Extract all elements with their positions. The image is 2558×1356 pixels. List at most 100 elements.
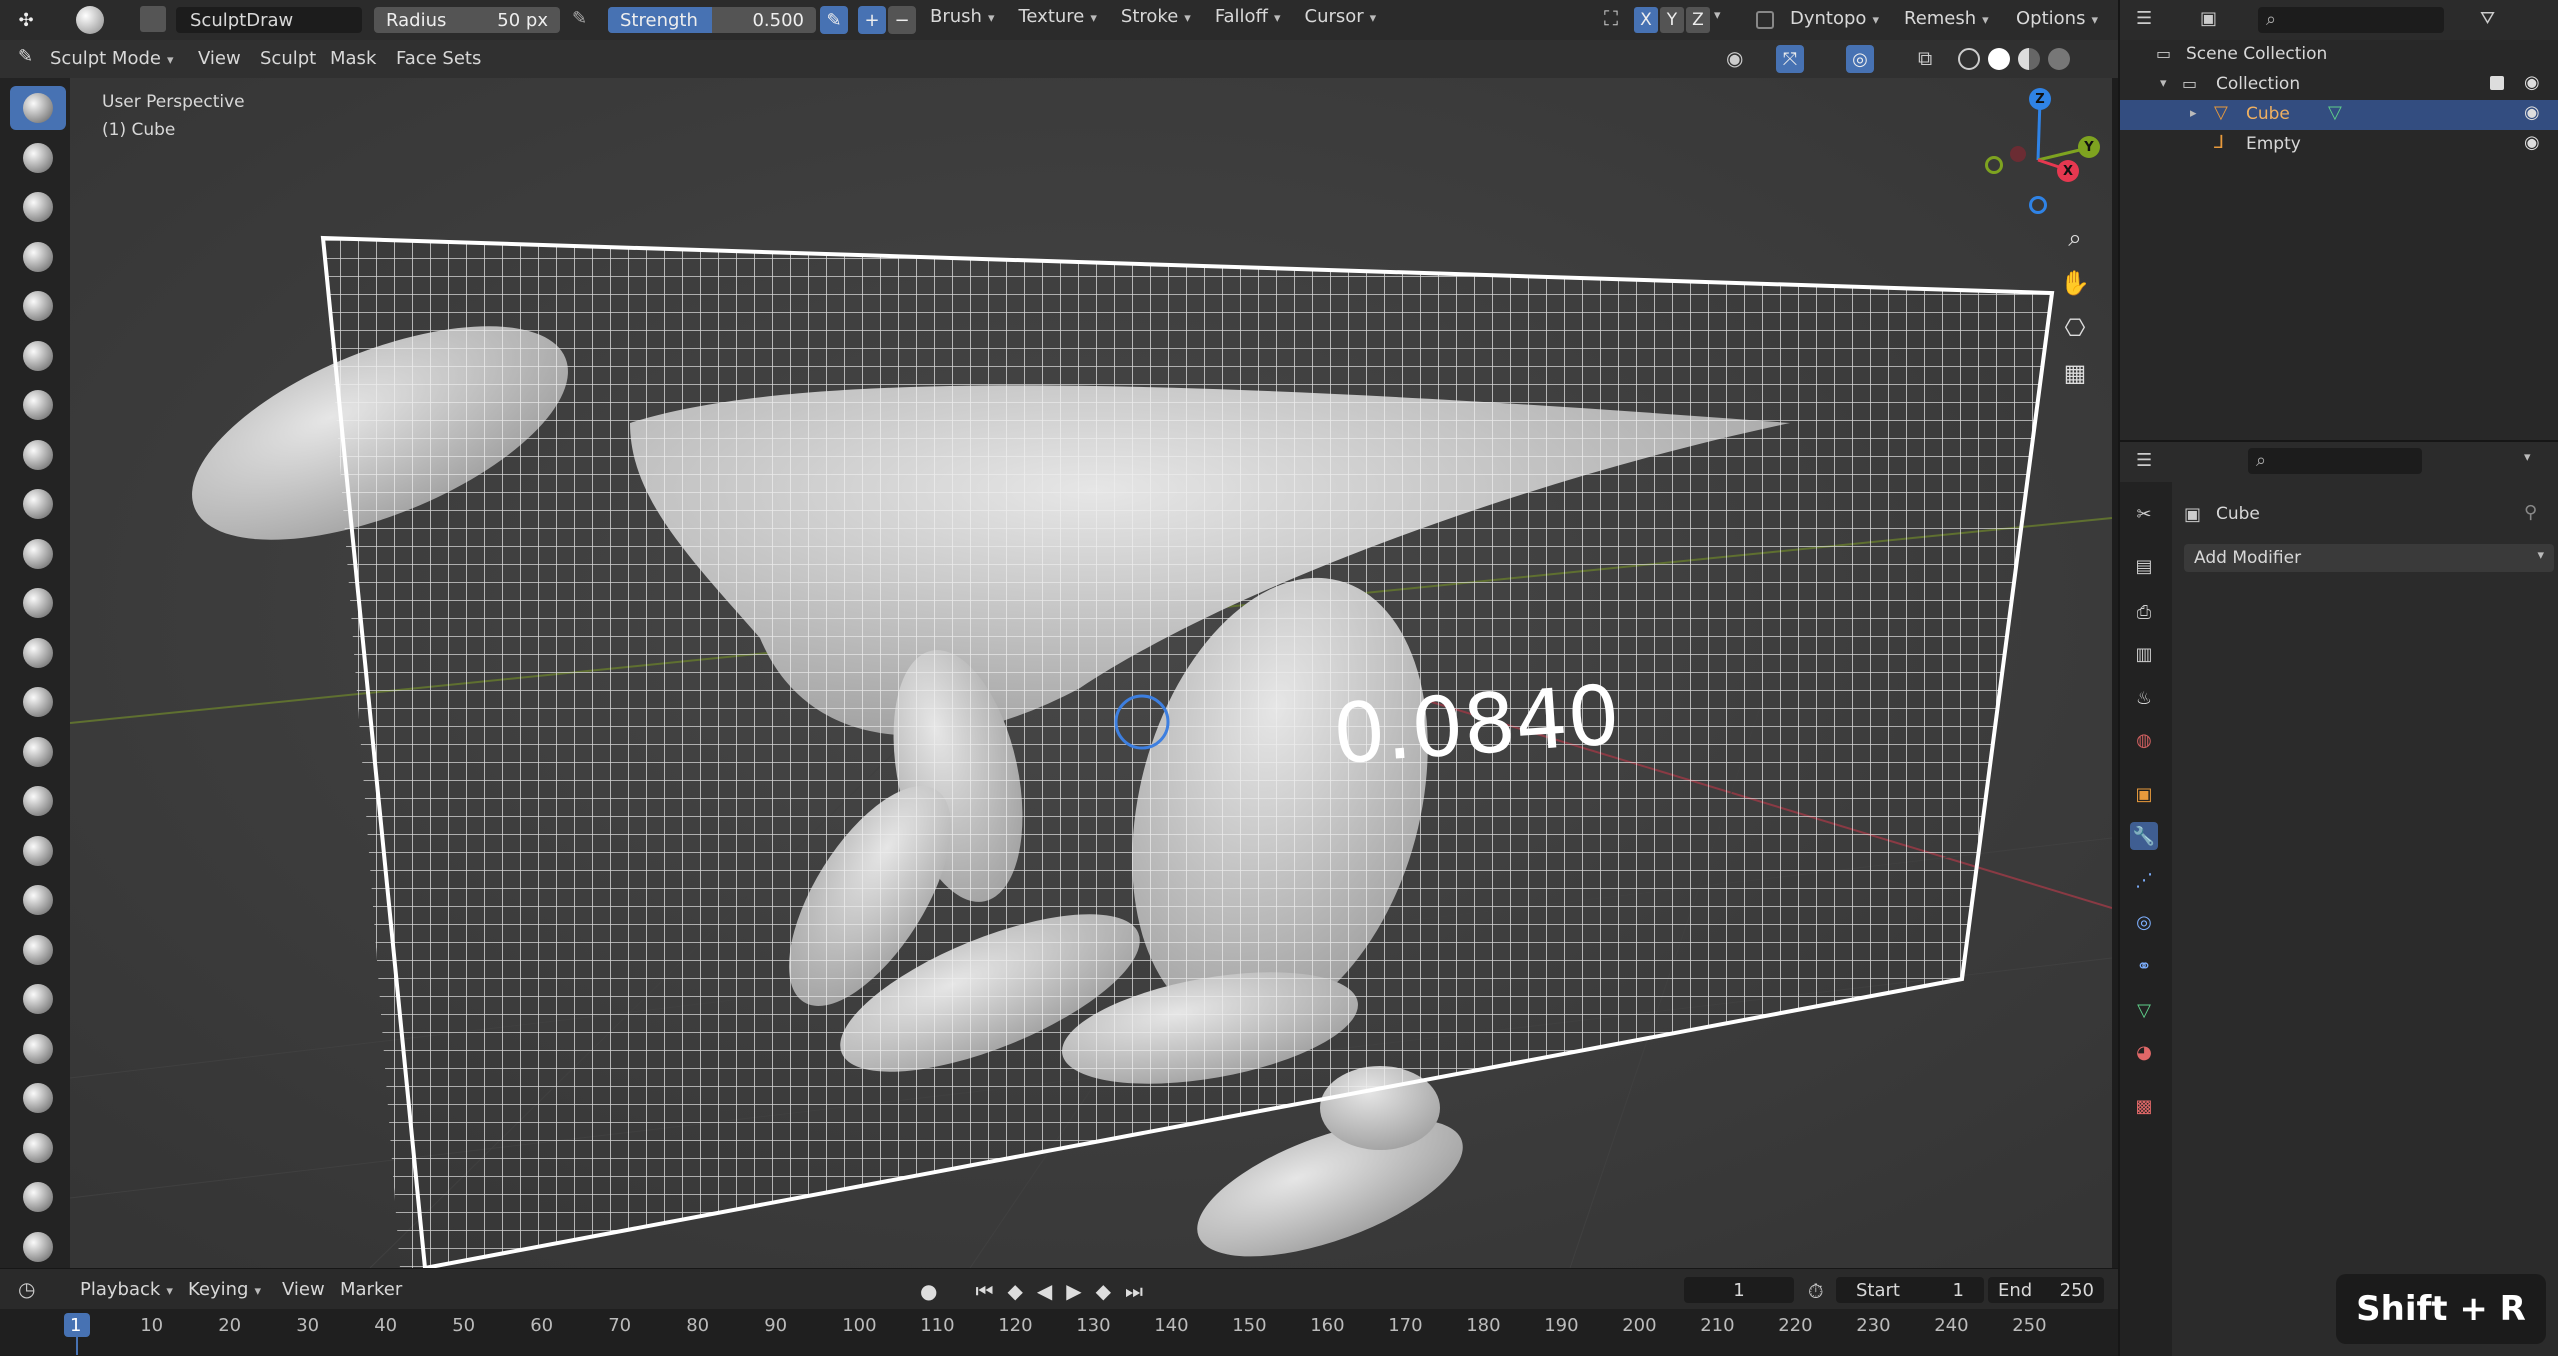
tool-clay-strips[interactable] (10, 235, 66, 279)
keying-menu[interactable]: Keying (188, 1279, 261, 1300)
view-menu[interactable]: View (198, 48, 241, 69)
eye-icon[interactable]: ◉ (2524, 132, 2540, 153)
gizmo-x-axis[interactable]: X (2057, 160, 2079, 182)
collection-checkbox[interactable] (2490, 76, 2504, 90)
tool-rotate[interactable] (10, 1126, 66, 1170)
chevron-down-icon[interactable]: ▾ (2524, 450, 2531, 465)
strength-slider[interactable]: Strength 0.500 (608, 7, 816, 33)
eye-icon[interactable]: ◉ (2524, 72, 2540, 93)
view-menu[interactable]: View (282, 1279, 325, 1300)
mirror-x-toggle[interactable]: X (1634, 7, 1658, 33)
tool-fill[interactable] (10, 631, 66, 675)
mask-menu[interactable]: Mask (330, 48, 376, 69)
editor-type-icon[interactable]: ☰ (2136, 450, 2152, 471)
add-modifier-button[interactable]: Add Modifier (2184, 544, 2554, 572)
material-shading-icon[interactable] (2018, 48, 2040, 70)
tool-boundary[interactable] (10, 1225, 66, 1269)
pin-icon[interactable]: ⚲ (2524, 502, 2537, 523)
tool-clay-thumb[interactable] (10, 284, 66, 328)
gizmo-z-axis[interactable]: Z (2029, 88, 2051, 110)
clock-icon[interactable]: ◷ (18, 1277, 35, 1301)
gizmo-neg-y[interactable] (1985, 156, 2003, 174)
falloff-menu[interactable]: Falloff (1215, 6, 1281, 27)
outliner-search[interactable]: ⌕ (2258, 7, 2444, 33)
chevron-down-icon[interactable]: ▾ (1714, 8, 1721, 23)
texture-menu[interactable]: Texture (1018, 6, 1096, 27)
jump-end-icon[interactable]: ⏭ (1125, 1279, 1143, 1303)
visibility-icon[interactable]: ◉ (1726, 46, 1743, 70)
data-tab-icon[interactable]: ▽ (2130, 996, 2158, 1024)
brush-name-field[interactable]: SculptDraw (176, 7, 362, 33)
start-frame-field[interactable]: Start 1 (1836, 1277, 1984, 1303)
tool-multiplane-scrape[interactable] (10, 730, 66, 774)
zoom-icon[interactable]: ⌕ (2055, 218, 2095, 258)
3d-viewport[interactable]: User Perspective (1) Cube 0.0840 Z Y X ⌕… (70, 78, 2112, 1268)
tool-pinch[interactable] (10, 779, 66, 823)
world-tab-icon[interactable]: ◍ (2130, 726, 2158, 754)
physics-tab-icon[interactable]: ◎ (2130, 908, 2158, 936)
brush-icon[interactable] (76, 6, 104, 34)
gizmo-toggle[interactable]: ⤧ (1776, 45, 1804, 73)
tool-draw-sharp[interactable] (10, 136, 66, 180)
eye-icon[interactable]: ◉ (2524, 102, 2540, 123)
tool-elastic-deform[interactable] (10, 878, 66, 922)
next-keyframe-icon[interactable]: ◆ (1096, 1279, 1111, 1303)
constraints-tab-icon[interactable]: ⚭ (2130, 952, 2158, 980)
tool-slide-relax[interactable] (10, 1175, 66, 1219)
tool-thumb[interactable] (10, 977, 66, 1021)
outliner-row-cube[interactable]: ▸ ▽ Cube ▽ ◉ (2120, 100, 2558, 130)
record-icon[interactable]: ● (920, 1279, 937, 1303)
collapse-icon[interactable]: ▾ (2160, 76, 2167, 91)
mirror-y-toggle[interactable]: Y (1660, 7, 1684, 33)
gizmo-y-axis[interactable]: Y (2078, 136, 2100, 158)
tool-layer[interactable] (10, 334, 66, 378)
wireframe-shading-icon[interactable] (1958, 48, 1980, 70)
tool-draw[interactable] (10, 86, 66, 130)
stopwatch-icon[interactable]: ⏱ (1808, 1279, 1824, 1303)
filter-icon[interactable]: ⛛ (2480, 8, 2495, 29)
solid-shading-icon[interactable] (1988, 48, 2010, 70)
tool-scrape[interactable] (10, 680, 66, 724)
view-layer-tab-icon[interactable]: ▥ (2130, 640, 2158, 668)
tool-grab[interactable] (10, 829, 66, 873)
play-reverse-icon[interactable]: ◀ (1037, 1279, 1052, 1303)
editor-type-icon[interactable]: ☰ (2136, 8, 2152, 29)
tool-clay[interactable] (10, 185, 66, 229)
display-mode-icon[interactable]: ▣ (2200, 8, 2217, 29)
camera-icon[interactable]: ⎔ (2055, 308, 2095, 348)
tool-inflate[interactable] (10, 383, 66, 427)
material-tab-icon[interactable]: ◕ (2130, 1038, 2158, 1066)
properties-search[interactable]: ⌕ (2248, 448, 2422, 474)
playback-menu[interactable]: Playback (80, 1279, 173, 1300)
render-tab-icon[interactable]: ▤ (2130, 552, 2158, 580)
outliner-row-scene[interactable]: ▭ Scene Collection (2120, 40, 2558, 70)
expand-icon[interactable]: ▸ (2190, 106, 2197, 121)
tool-snake-hook[interactable] (10, 928, 66, 972)
cursor-menu[interactable]: Cursor (1305, 6, 1377, 27)
output-tab-icon[interactable]: ⎙ (2130, 598, 2158, 626)
strength-pressure-button[interactable]: ✎ (820, 6, 848, 34)
brush-browse-icon[interactable] (140, 6, 166, 32)
current-frame-field[interactable]: 1 (1684, 1277, 1794, 1303)
brush-menu[interactable]: Brush (930, 6, 994, 27)
direction-subtract-button[interactable]: − (888, 6, 916, 34)
options-menu[interactable]: Options (2016, 8, 2098, 29)
jump-start-icon[interactable]: ⏮ (975, 1279, 993, 1303)
dyntopo-checkbox[interactable] (1756, 11, 1774, 29)
scene-tab-icon[interactable]: ♨ (2130, 684, 2158, 712)
texture-tab-icon[interactable]: ▩ (2130, 1092, 2158, 1120)
xray-icon[interactable]: ⧉ (1918, 46, 1932, 70)
remesh-menu[interactable]: Remesh (1904, 8, 1989, 29)
object-tab-icon[interactable]: ▣ (2130, 780, 2158, 808)
face-sets-menu[interactable]: Face Sets (396, 48, 481, 69)
prev-keyframe-icon[interactable]: ◆ (1007, 1279, 1022, 1303)
tool-flatten[interactable] (10, 581, 66, 625)
rendered-shading-icon[interactable] (2048, 48, 2070, 70)
direction-add-button[interactable]: + (858, 6, 886, 34)
overlay-toggle[interactable]: ◎ (1846, 45, 1874, 73)
mirror-z-toggle[interactable]: Z (1686, 7, 1710, 33)
tool-crease[interactable] (10, 482, 66, 526)
tool-smooth[interactable] (10, 532, 66, 576)
outliner-row-collection[interactable]: ▾ ▭ Collection ◉ (2120, 70, 2558, 100)
marker-menu[interactable]: Marker (340, 1279, 402, 1300)
